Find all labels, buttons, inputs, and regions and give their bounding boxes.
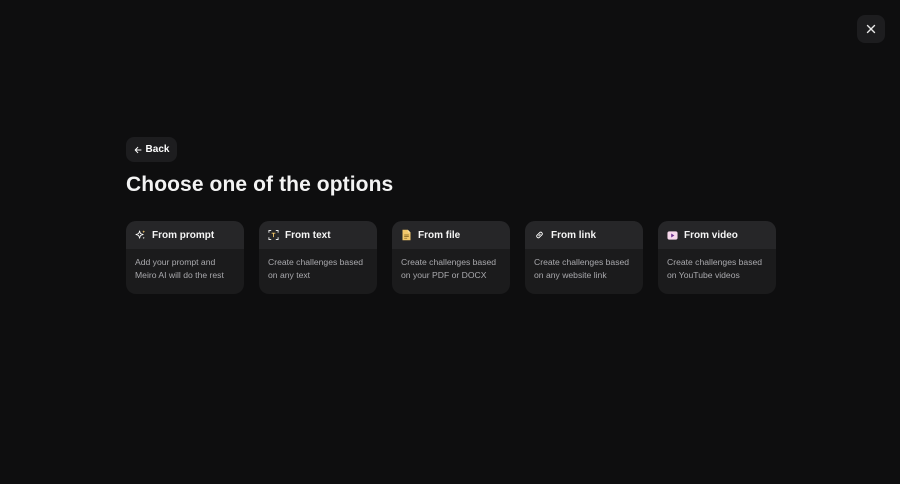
- sparkles-icon: [135, 230, 146, 241]
- option-title: From link: [551, 229, 597, 241]
- option-card-text[interactable]: From text Create challenges based on any…: [259, 221, 377, 294]
- option-description: Create challenges based on your PDF or D…: [401, 257, 497, 280]
- video-play-icon: [667, 230, 678, 241]
- option-title: From video: [684, 229, 738, 241]
- option-card-file[interactable]: From file Create challenges based on you…: [392, 221, 510, 294]
- option-description: Create challenges based on any text: [268, 257, 364, 280]
- page-title: Choose one of the options: [126, 173, 394, 196]
- link-icon: [534, 230, 545, 241]
- file-icon: [401, 229, 412, 241]
- option-card-link[interactable]: From link Create challenges based on any…: [525, 221, 643, 294]
- option-card-header: From prompt: [126, 221, 244, 249]
- option-card-header: From link: [525, 221, 643, 249]
- option-title: From prompt: [152, 229, 215, 241]
- back-label: Back: [145, 143, 170, 155]
- text-scan-icon: [268, 230, 279, 241]
- option-card-prompt[interactable]: From prompt Add your prompt and Meiro AI…: [126, 221, 244, 294]
- option-card-header: From video: [658, 221, 776, 249]
- option-card-header: From file: [392, 221, 510, 249]
- option-card-header: From text: [259, 221, 377, 249]
- arrow-left-icon: [134, 141, 142, 159]
- option-description: Create challenges based on any website l…: [534, 257, 630, 280]
- option-title: From text: [285, 229, 331, 241]
- option-title: From file: [418, 229, 461, 241]
- close-icon: [866, 24, 876, 34]
- close-button[interactable]: [857, 15, 885, 43]
- option-card-video[interactable]: From video Create challenges based on Yo…: [658, 221, 776, 294]
- option-description: Create challenges based on YouTube video…: [667, 257, 763, 280]
- option-description: Add your prompt and Meiro AI will do the…: [135, 257, 224, 280]
- options-list: From prompt Add your prompt and Meiro AI…: [126, 221, 776, 294]
- back-button[interactable]: Back: [126, 137, 177, 162]
- options-modal: Back Choose one of the options From prom…: [0, 0, 900, 484]
